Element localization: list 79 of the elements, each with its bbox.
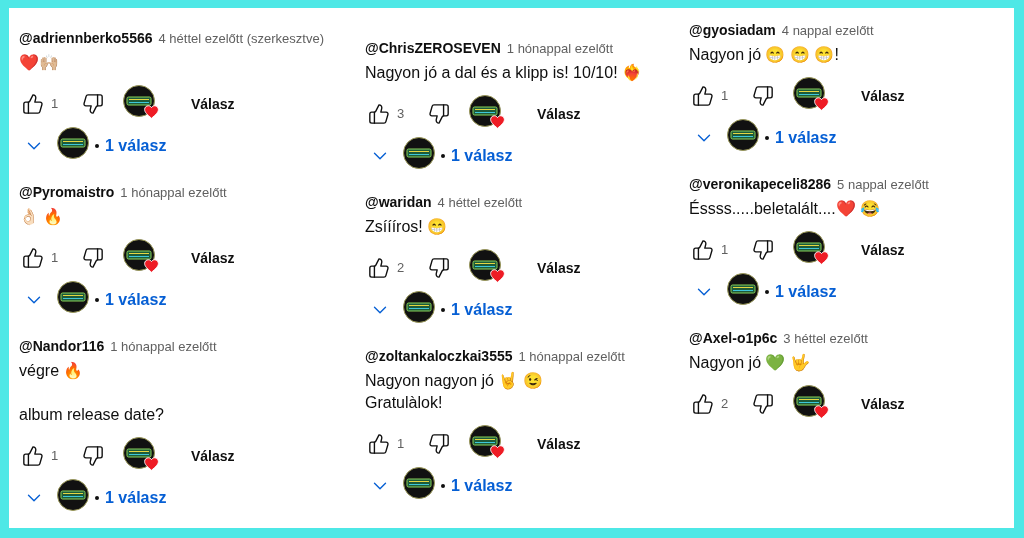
like-count: 1 [51,95,60,114]
comment-text: ❤🙌🏼 [19,53,60,73]
reply-button[interactable]: Válasz [179,242,247,274]
comment-time: 3 héttel ezelőtt [783,330,868,348]
thumbs-up-icon [22,93,44,115]
comment-time: 1 hónappal ezelőtt [518,348,625,366]
thumbs-down-icon [82,247,104,269]
replies-link[interactable]: 1 válasz [451,144,513,168]
channel-avatar [403,290,435,323]
thumbs-down-icon [428,257,450,279]
channel-avatar [57,478,89,511]
comment-text: Nagyon jó 💚 🤟 [689,353,811,374]
comment-author[interactable]: @Pyromaistro [19,182,115,203]
channel-avatar [403,136,435,169]
replies-link[interactable]: 1 válasz [775,280,837,304]
comment-time: 4 nappal ezelőtt [781,22,874,40]
comment-time: 1 hónappal ezelőtt [120,184,227,202]
comment-time: 4 héttel ezelőtt [437,194,523,212]
replies-link[interactable]: 1 válasz [775,126,837,150]
comment-time: 1 hónappal ezelőtt [506,40,614,58]
thumbs-down-icon [752,85,774,107]
comment-text: végre 🔥 album release date? [19,361,165,425]
channel-avatar [57,126,89,159]
comment-text: Éssss.....beletalált....❤ 😂 [689,198,882,219]
reply-button[interactable]: Válasz [525,428,593,460]
replies-link[interactable]: 1 válasz [451,474,513,498]
reply-button[interactable]: Válasz [525,98,593,130]
comment-text: Nagyon nagyon jó 🤘 😉 Gratulàlok! [365,371,544,413]
comment-text: Nagyon jó 😁 😁 😁! [689,45,840,65]
like-count: 1 [721,241,730,260]
like-count: 2 [721,395,730,414]
thumbs-up-icon [692,393,714,415]
channel-avatar [727,272,759,305]
reply-button[interactable]: Válasz [849,388,917,420]
thumbs-up-icon [22,445,44,467]
channel-avatar [403,466,435,499]
comment-author[interactable]: @zoltankaloczkai3555 [365,346,513,367]
comment-time: 5 nappal ezelőtt [837,176,929,194]
like-count: 1 [51,249,60,268]
comment-author[interactable]: @waridan [365,192,432,213]
reply-button[interactable]: Válasz [179,88,247,120]
comment-time: 1 hónappal ezelőtt [110,338,217,356]
thumbs-up-icon [22,247,44,269]
thumbs-down-icon [428,103,450,125]
replies-link[interactable]: 1 válasz [105,486,167,510]
like-count: 1 [397,435,406,454]
thumbs-up-icon [368,433,390,455]
thumbs-up-icon [368,103,390,125]
reply-button[interactable]: Válasz [849,80,917,112]
thumbs-down-icon [82,93,104,115]
reply-button[interactable]: Válasz [525,252,593,284]
comment-author[interactable]: @gyosiadam [689,20,776,41]
thumbs-up-icon [692,239,714,261]
comment-author[interactable]: @veronikapeceli8286 [689,174,832,195]
comment-text: 👌🏻 🔥 [19,207,65,227]
reply-button[interactable]: Válasz [849,234,917,266]
like-count: 2 [397,259,406,278]
thumbs-down-icon [752,393,774,415]
like-count: 1 [51,447,60,466]
comment-text: Nagyon jó a dal és a klipp is! 10/10! ❤‍🔥 [365,63,644,83]
like-count: 1 [721,87,730,106]
thumbs-down-icon [82,445,104,467]
replies-link[interactable]: 1 válasz [451,298,513,322]
comment-text: Zsíííros! 😁 [365,217,449,237]
comment-time: 4 héttel ezelőtt (szerkesztve) [158,30,324,48]
comment-author[interactable]: @adriennberko5566 [19,28,153,49]
comment-author[interactable]: @Nandor116 [19,336,105,357]
thumbs-down-icon [428,433,450,455]
like-count: 3 [397,105,406,124]
comment-author[interactable]: @ChrisZEROSEVEN [365,38,501,59]
reply-button[interactable]: Válasz [179,440,247,472]
thumbs-up-icon [692,85,714,107]
thumbs-up-icon [368,257,390,279]
comment-author[interactable]: @Axel-o1p6c [689,328,778,349]
thumbs-down-icon [752,239,774,261]
replies-link[interactable]: 1 válasz [105,288,167,312]
replies-link[interactable]: 1 válasz [105,134,167,158]
channel-avatar [57,280,89,313]
channel-avatar [727,118,759,151]
